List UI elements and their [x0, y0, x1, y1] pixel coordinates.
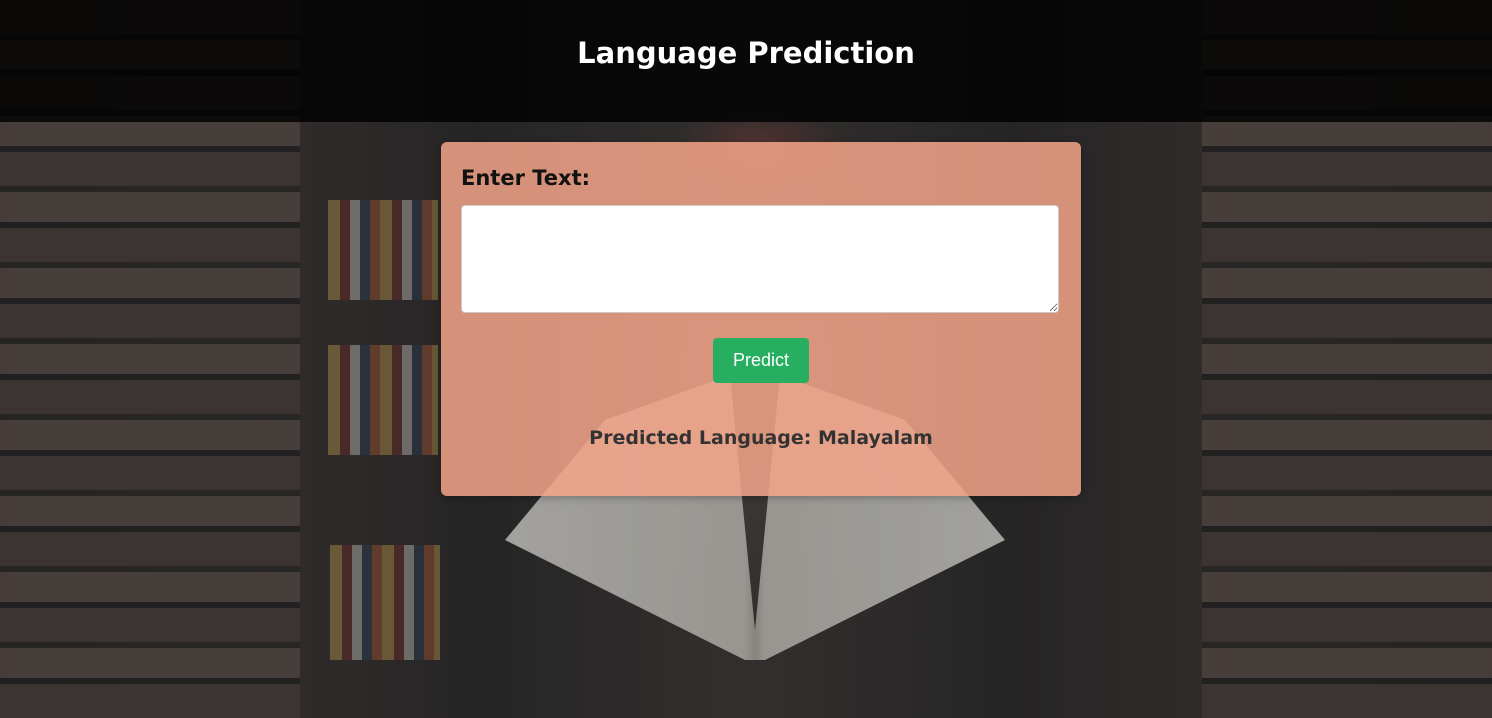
- text-input[interactable]: [461, 205, 1059, 313]
- page-header: Language Prediction: [0, 0, 1492, 122]
- predicted-language-result: Predicted Language: Malayalam: [589, 427, 933, 449]
- prediction-form-card: Enter Text: Predict Predicted Language: …: [441, 142, 1081, 496]
- page-title: Language Prediction: [577, 36, 915, 70]
- predict-button[interactable]: Predict: [713, 338, 809, 383]
- text-input-label: Enter Text:: [461, 166, 591, 190]
